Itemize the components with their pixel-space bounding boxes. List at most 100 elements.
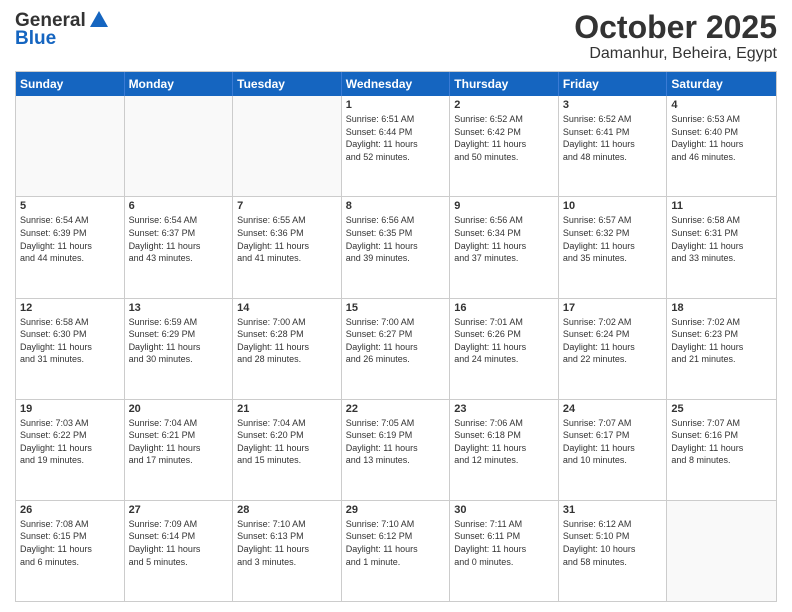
day-number: 12 bbox=[20, 302, 120, 314]
page: General Blue October 2025 Damanhur, Behe… bbox=[0, 0, 792, 612]
day-number: 6 bbox=[129, 200, 229, 212]
calendar-day-13: 13Sunrise: 6:59 AM Sunset: 6:29 PM Dayli… bbox=[125, 299, 234, 399]
calendar-day-12: 12 Sunrise: 6:58 AM Sunset: 6:30 PM Dayli… bbox=[16, 299, 125, 399]
day-number: 14 bbox=[237, 302, 337, 314]
day-info: Sunrise: 7:02 AM Sunset: 6:23 PM Dayligh… bbox=[671, 316, 772, 366]
logo-blue: Blue bbox=[15, 28, 56, 50]
calendar-day-14: 14 Sunrise: 7:00 AM Sunset: 6:28 PM Dayli… bbox=[233, 299, 342, 399]
calendar-day-15: 15Sunrise: 7:00 AM Sunset: 6:27 PM Dayli… bbox=[342, 299, 451, 399]
day-number: 26 bbox=[20, 504, 120, 516]
day-number: 11 bbox=[671, 200, 772, 212]
calendar-day-empty bbox=[125, 96, 234, 196]
calendar-day-23: 23 Sunrise: 7:06 AM Sunset: 6:18 PM Dayli… bbox=[450, 400, 559, 500]
calendar-day-25: 25 Sunrise: 7:07 AM Sunset: 6:16 PM Dayli… bbox=[667, 400, 776, 500]
calendar-week-4: 26 Sunrise: 7:08 AM Sunset: 6:15 PM Dayli… bbox=[16, 501, 776, 601]
calendar-day-26: 26 Sunrise: 7:08 AM Sunset: 6:15 PM Dayli… bbox=[16, 501, 125, 601]
day-number: 29 bbox=[346, 504, 446, 516]
header-day-sunday: Sunday bbox=[16, 72, 125, 96]
calendar-day-18: 18 Sunrise: 7:02 AM Sunset: 6:23 PM Dayli… bbox=[667, 299, 776, 399]
day-info: Sunrise: 6:54 AM Sunset: 6:37 PM Dayligh… bbox=[129, 214, 229, 264]
day-number: 17 bbox=[563, 302, 663, 314]
calendar-day-5: 5 Sunrise: 6:54 AM Sunset: 6:39 PM Daylig… bbox=[16, 197, 125, 297]
day-info: Sunrise: 6:51 AM Sunset: 6:44 PM Dayligh… bbox=[346, 113, 446, 163]
calendar-week-1: 5 Sunrise: 6:54 AM Sunset: 6:39 PM Daylig… bbox=[16, 197, 776, 298]
day-number: 13 bbox=[129, 302, 229, 314]
calendar-week-3: 19 Sunrise: 7:03 AM Sunset: 6:22 PM Dayli… bbox=[16, 400, 776, 501]
calendar-day-19: 19 Sunrise: 7:03 AM Sunset: 6:22 PM Dayli… bbox=[16, 400, 125, 500]
calendar-day-empty bbox=[667, 501, 776, 601]
header-day-tuesday: Tuesday bbox=[233, 72, 342, 96]
day-number: 5 bbox=[20, 200, 120, 212]
calendar-day-2: 2 Sunrise: 6:52 AM Sunset: 6:42 PM Daylig… bbox=[450, 96, 559, 196]
day-number: 16 bbox=[454, 302, 554, 314]
calendar-day-28: 28 Sunrise: 7:10 AM Sunset: 6:13 PM Dayli… bbox=[233, 501, 342, 601]
calendar-day-1: 1 Sunrise: 6:51 AM Sunset: 6:44 PM Daylig… bbox=[342, 96, 451, 196]
day-info: Sunrise: 6:56 AM Sunset: 6:35 PM Dayligh… bbox=[346, 214, 446, 264]
day-number: 2 bbox=[454, 99, 554, 111]
day-number: 19 bbox=[20, 403, 120, 415]
calendar-day-24: 24Sunrise: 7:07 AM Sunset: 6:17 PM Dayli… bbox=[559, 400, 668, 500]
calendar-day-3: 3 Sunrise: 6:52 AM Sunset: 6:41 PM Daylig… bbox=[559, 96, 668, 196]
day-number: 7 bbox=[237, 200, 337, 212]
day-number: 4 bbox=[671, 99, 772, 111]
calendar-day-27: 27Sunrise: 7:09 AM Sunset: 6:14 PM Dayli… bbox=[125, 501, 234, 601]
calendar-day-21: 21 Sunrise: 7:04 AM Sunset: 6:20 PM Dayli… bbox=[233, 400, 342, 500]
day-number: 23 bbox=[454, 403, 554, 415]
calendar-day-9: 9Sunrise: 6:56 AM Sunset: 6:34 PM Daylig… bbox=[450, 197, 559, 297]
calendar-week-0: 1 Sunrise: 6:51 AM Sunset: 6:44 PM Daylig… bbox=[16, 96, 776, 197]
month-title: October 2025 bbox=[574, 10, 777, 45]
day-number: 1 bbox=[346, 99, 446, 111]
calendar-day-4: 4 Sunrise: 6:53 AM Sunset: 6:40 PM Daylig… bbox=[667, 96, 776, 196]
calendar-day-11: 11Sunrise: 6:58 AM Sunset: 6:31 PM Dayli… bbox=[667, 197, 776, 297]
logo: General Blue bbox=[15, 10, 110, 50]
header-day-wednesday: Wednesday bbox=[342, 72, 451, 96]
day-number: 21 bbox=[237, 403, 337, 415]
day-number: 15 bbox=[346, 302, 446, 314]
day-info: Sunrise: 6:12 AM Sunset: 5:10 PM Dayligh… bbox=[563, 518, 663, 568]
calendar-header: SundayMondayTuesdayWednesdayThursdayFrid… bbox=[16, 72, 776, 96]
calendar-day-20: 20Sunrise: 7:04 AM Sunset: 6:21 PM Dayli… bbox=[125, 400, 234, 500]
day-info: Sunrise: 6:53 AM Sunset: 6:40 PM Dayligh… bbox=[671, 113, 772, 163]
day-info: Sunrise: 6:52 AM Sunset: 6:42 PM Dayligh… bbox=[454, 113, 554, 163]
calendar: SundayMondayTuesdayWednesdayThursdayFrid… bbox=[15, 71, 777, 602]
day-info: Sunrise: 7:04 AM Sunset: 6:20 PM Dayligh… bbox=[237, 417, 337, 467]
day-number: 9 bbox=[454, 200, 554, 212]
calendar-day-10: 10 Sunrise: 6:57 AM Sunset: 6:32 PM Dayli… bbox=[559, 197, 668, 297]
header-day-saturday: Saturday bbox=[667, 72, 776, 96]
day-number: 27 bbox=[129, 504, 229, 516]
day-info: Sunrise: 6:54 AM Sunset: 6:39 PM Dayligh… bbox=[20, 214, 120, 264]
day-number: 24 bbox=[563, 403, 663, 415]
day-info: Sunrise: 6:52 AM Sunset: 6:41 PM Dayligh… bbox=[563, 113, 663, 163]
calendar-day-17: 17 Sunrise: 7:02 AM Sunset: 6:24 PM Dayli… bbox=[559, 299, 668, 399]
day-number: 25 bbox=[671, 403, 772, 415]
day-info: Sunrise: 7:11 AM Sunset: 6:11 PM Dayligh… bbox=[454, 518, 554, 568]
day-number: 20 bbox=[129, 403, 229, 415]
calendar-day-31: 31Sunrise: 6:12 AM Sunset: 5:10 PM Dayli… bbox=[559, 501, 668, 601]
day-info: Sunrise: 7:03 AM Sunset: 6:22 PM Dayligh… bbox=[20, 417, 120, 467]
title-block: October 2025 Damanhur, Beheira, Egypt bbox=[574, 10, 777, 63]
calendar-week-2: 12 Sunrise: 6:58 AM Sunset: 6:30 PM Dayli… bbox=[16, 299, 776, 400]
day-number: 28 bbox=[237, 504, 337, 516]
day-info: Sunrise: 7:05 AM Sunset: 6:19 PM Dayligh… bbox=[346, 417, 446, 467]
day-info: Sunrise: 7:01 AM Sunset: 6:26 PM Dayligh… bbox=[454, 316, 554, 366]
header-day-friday: Friday bbox=[559, 72, 668, 96]
day-info: Sunrise: 6:55 AM Sunset: 6:36 PM Dayligh… bbox=[237, 214, 337, 264]
day-info: Sunrise: 7:00 AM Sunset: 6:28 PM Dayligh… bbox=[237, 316, 337, 366]
day-number: 10 bbox=[563, 200, 663, 212]
calendar-day-empty bbox=[16, 96, 125, 196]
calendar-day-empty bbox=[233, 96, 342, 196]
day-info: Sunrise: 7:10 AM Sunset: 6:13 PM Dayligh… bbox=[237, 518, 337, 568]
calendar-day-8: 8Sunrise: 6:56 AM Sunset: 6:35 PM Daylig… bbox=[342, 197, 451, 297]
header: General Blue October 2025 Damanhur, Behe… bbox=[15, 10, 777, 63]
day-info: Sunrise: 6:58 AM Sunset: 6:30 PM Dayligh… bbox=[20, 316, 120, 366]
day-info: Sunrise: 7:02 AM Sunset: 6:24 PM Dayligh… bbox=[563, 316, 663, 366]
calendar-body: 1 Sunrise: 6:51 AM Sunset: 6:44 PM Daylig… bbox=[16, 96, 776, 601]
calendar-day-6: 6 Sunrise: 6:54 AM Sunset: 6:37 PM Daylig… bbox=[125, 197, 234, 297]
day-info: Sunrise: 7:08 AM Sunset: 6:15 PM Dayligh… bbox=[20, 518, 120, 568]
calendar-day-7: 7 Sunrise: 6:55 AM Sunset: 6:36 PM Daylig… bbox=[233, 197, 342, 297]
day-number: 18 bbox=[671, 302, 772, 314]
day-number: 3 bbox=[563, 99, 663, 111]
day-info: Sunrise: 7:06 AM Sunset: 6:18 PM Dayligh… bbox=[454, 417, 554, 467]
day-info: Sunrise: 7:07 AM Sunset: 6:16 PM Dayligh… bbox=[671, 417, 772, 467]
day-info: Sunrise: 6:57 AM Sunset: 6:32 PM Dayligh… bbox=[563, 214, 663, 264]
